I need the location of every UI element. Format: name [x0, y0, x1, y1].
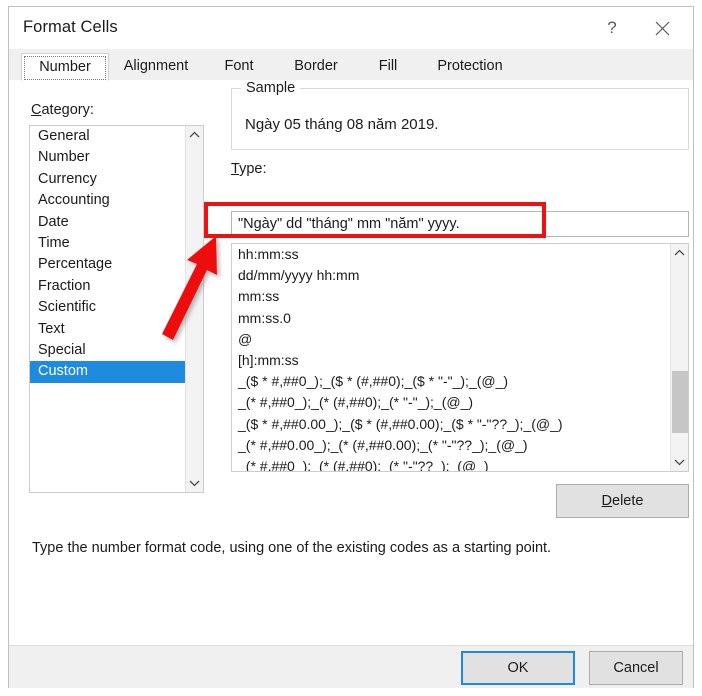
tab-font[interactable]: Font	[203, 53, 275, 81]
category-item-text[interactable]: Text	[30, 319, 186, 340]
cancel-button-label: Cancel	[613, 660, 659, 676]
category-item-general[interactable]: General	[30, 126, 186, 147]
type-list-item[interactable]: _(* #,##0_);_(* (#,##0);_(* "-"_);_(@_)	[232, 392, 669, 413]
type-label-text: ype:	[239, 161, 267, 177]
category-item-special[interactable]: Special	[30, 340, 186, 361]
tab-protection[interactable]: Protection	[419, 53, 521, 81]
scroll-down-icon[interactable]	[671, 453, 688, 471]
delete-button[interactable]: Delete	[556, 484, 689, 518]
tab-alignment[interactable]: Alignment	[109, 53, 203, 81]
category-label: Category:	[31, 102, 94, 118]
sample-value: Ngày 05 tháng 08 năm 2019.	[245, 116, 439, 133]
scroll-down-icon[interactable]	[186, 474, 203, 492]
type-list-items: hh:mm:ss dd/mm/yyyy hh:mm mm:ss mm:ss.0 @ [h]…	[232, 244, 669, 471]
scrollbar-thumb[interactable]	[672, 371, 688, 433]
type-list-item[interactable]: mm:ss	[232, 286, 669, 307]
tab-fill-label: Fill	[378, 58, 398, 74]
tab-fill[interactable]: Fill	[357, 53, 419, 81]
tab-number[interactable]: Number	[21, 53, 109, 81]
type-list-item[interactable]: _(* #,##0_);_(* (#,##0);_(* "-"??_);_(@_…	[232, 456, 669, 471]
dialog-frame: Format Cells ? Number Alignment Font Bor…	[8, 6, 694, 688]
category-item-currency[interactable]: Currency	[30, 169, 186, 190]
tab-protection-label: Protection	[437, 58, 503, 74]
tab-number-label: Number	[39, 59, 91, 75]
category-item-scientific[interactable]: Scientific	[30, 297, 186, 318]
ok-button-label: OK	[507, 660, 529, 676]
delete-button-label: Delete	[601, 493, 644, 509]
ok-button[interactable]: OK	[461, 651, 575, 685]
type-list-item[interactable]: [h]:mm:ss	[232, 350, 669, 371]
category-listbox[interactable]: General Number Currency Accounting Date Time P…	[29, 125, 204, 493]
page-title: Format Cells	[23, 18, 118, 36]
tab-border[interactable]: Border	[275, 53, 357, 81]
type-list-item[interactable]: hh:mm:ss	[232, 244, 669, 265]
type-listbox[interactable]: hh:mm:ss dd/mm/yyyy hh:mm mm:ss mm:ss.0 @ [h]…	[231, 243, 689, 472]
tab-alignment-label: Alignment	[123, 58, 189, 74]
category-list-items: General Number Currency Accounting Date Time P…	[30, 126, 186, 492]
format-cells-dialog: Format Cells ? Number Alignment Font Bor…	[0, 0, 702, 696]
type-list-item[interactable]: dd/mm/yyyy hh:mm	[232, 265, 669, 286]
close-button[interactable]	[641, 13, 683, 43]
category-item-fraction[interactable]: Fraction	[30, 276, 186, 297]
number-tab-panel: Category: General Number Currency Accountin…	[9, 80, 693, 645]
dialog-footer: OK Cancel	[9, 645, 693, 688]
close-icon	[655, 21, 669, 35]
scroll-up-icon[interactable]	[671, 244, 688, 262]
hint-text: Type the number format code, using one o…	[32, 540, 552, 556]
category-item-custom[interactable]: Custom	[30, 361, 186, 383]
type-list-item[interactable]: mm:ss.0	[232, 308, 669, 329]
category-label-text: ategory:	[41, 102, 94, 118]
tab-border-label: Border	[294, 58, 338, 74]
type-label: Type:	[231, 161, 267, 177]
type-list-item[interactable]: _($ * #,##0_);_($ * (#,##0);_($ * "-"_);…	[232, 371, 669, 392]
category-scrollbar[interactable]	[185, 126, 203, 492]
scroll-up-icon[interactable]	[186, 126, 203, 144]
sample-legend: Sample	[241, 80, 301, 96]
type-list-item[interactable]: _(* #,##0.00_);_(* (#,##0.00);_(* "-"??_…	[232, 435, 669, 456]
type-input[interactable]	[231, 211, 689, 237]
cancel-button[interactable]: Cancel	[589, 651, 683, 685]
tab-strip: Number Alignment Font Border Fill Protec…	[9, 49, 693, 81]
type-list-item[interactable]: _($ * #,##0.00_);_($ * (#,##0.00);_($ * …	[232, 414, 669, 435]
title-bar: Format Cells ?	[9, 7, 693, 49]
help-button[interactable]: ?	[591, 13, 633, 43]
question-mark-icon: ?	[607, 18, 617, 37]
category-item-number[interactable]: Number	[30, 147, 186, 168]
type-list-item[interactable]: @	[232, 329, 669, 350]
type-scrollbar[interactable]	[670, 244, 688, 471]
tab-font-label: Font	[224, 58, 254, 74]
category-item-time[interactable]: Time	[30, 233, 186, 254]
category-item-accounting[interactable]: Accounting	[30, 190, 186, 211]
category-item-date[interactable]: Date	[30, 212, 186, 233]
category-item-percentage[interactable]: Percentage	[30, 254, 186, 275]
